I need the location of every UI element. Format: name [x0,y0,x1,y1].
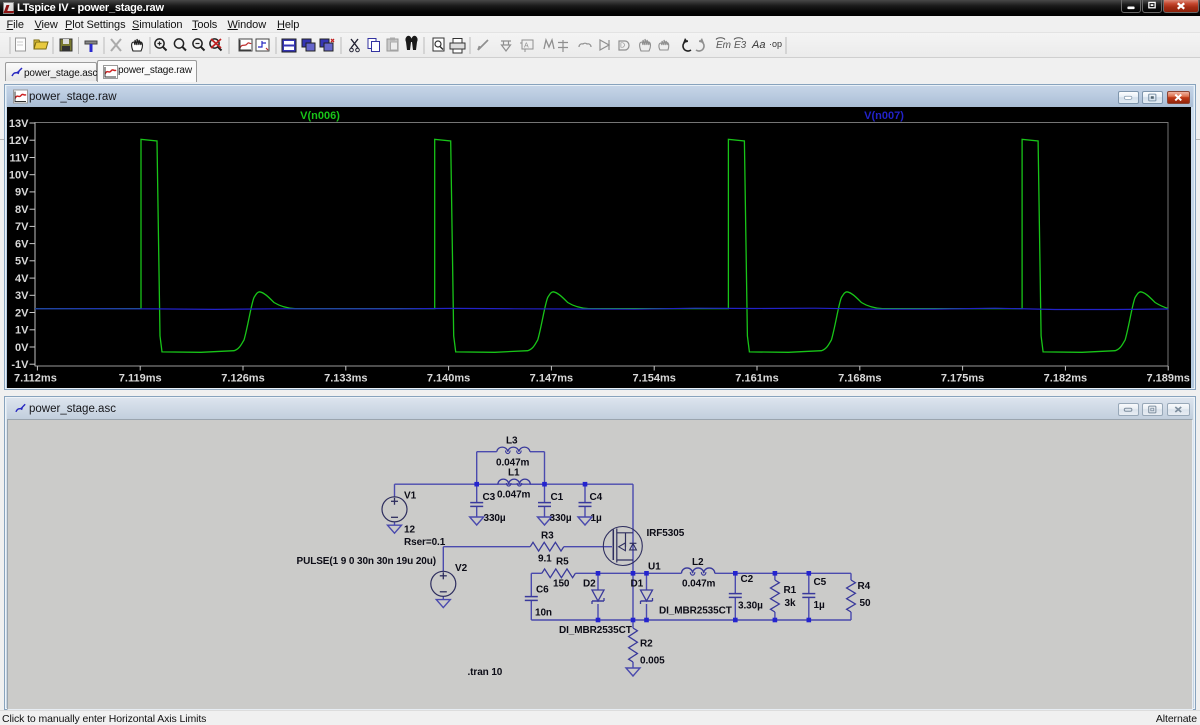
svg-text:A: A [524,43,529,50]
svg-text:C6: C6 [536,585,549,596]
svg-text:Rser=0.1: Rser=0.1 [404,537,446,548]
svg-text:7.168ms: 7.168ms [838,373,881,385]
svg-text:4V: 4V [15,273,29,285]
svg-text:7.189ms: 7.189ms [1146,373,1189,385]
svg-text:C3: C3 [483,492,496,503]
svg-text:7.119ms: 7.119ms [119,373,162,385]
svg-text:DI_MBR2535CT: DI_MBR2535CT [559,625,632,636]
svg-text:10n: 10n [535,608,552,619]
svg-text:L3: L3 [506,436,518,447]
svg-text:D2: D2 [583,579,596,590]
svg-text:R1: R1 [784,585,797,596]
svg-text:2V: 2V [15,307,29,319]
svg-text:0.047m: 0.047m [682,579,716,590]
svg-text:7.112ms: 7.112ms [14,373,57,385]
svg-text:7.154ms: 7.154ms [632,373,675,385]
svg-text:12V: 12V [9,135,29,147]
svg-text:13V: 13V [9,118,29,130]
svg-text:E3: E3 [734,40,747,51]
svg-text:R3: R3 [541,531,554,542]
svg-text:7.182ms: 7.182ms [1044,373,1087,385]
svg-text:V(n006): V(n006) [300,110,340,122]
svg-text:11V: 11V [10,152,30,164]
svg-text:C1: C1 [551,492,564,503]
svg-text:9.1: 9.1 [538,554,552,565]
svg-text:PULSE(1 9 0 30n 30n 19u 20u): PULSE(1 9 0 30n 30n 19u 20u) [297,556,436,567]
svg-text:3V: 3V [15,290,29,302]
svg-text:0.047m: 0.047m [497,490,531,501]
svg-text:V1: V1 [404,491,417,502]
svg-text:·op: ·op [769,39,782,49]
svg-text:U1: U1 [648,562,661,573]
svg-text:0V: 0V [15,342,29,354]
svg-text:7.161ms: 7.161ms [735,373,778,385]
svg-text:R4: R4 [858,581,871,592]
svg-text:1µ: 1µ [591,513,602,524]
svg-text:7.140ms: 7.140ms [427,373,470,385]
svg-text:R2: R2 [640,639,653,650]
svg-text:3k: 3k [785,598,796,609]
svg-text:1V: 1V [15,325,29,337]
svg-text:Aa: Aa [751,39,765,51]
svg-text:0.005: 0.005 [640,656,665,667]
svg-text:.tran 10: .tran 10 [468,667,503,678]
svg-text:R5: R5 [556,557,569,568]
svg-text:7.175ms: 7.175ms [941,373,984,385]
svg-text:IRF5305: IRF5305 [647,528,685,539]
svg-text:1µ: 1µ [814,600,825,611]
svg-text:3.30µ: 3.30µ [738,601,763,612]
svg-text:Em: Em [716,40,731,51]
svg-text:V2: V2 [455,563,468,574]
svg-text:L1: L1 [508,468,520,479]
svg-text:12: 12 [404,525,415,536]
svg-text:V(n007): V(n007) [864,110,904,122]
svg-text:5V: 5V [15,256,29,268]
svg-text:DI_MBR2535CT: DI_MBR2535CT [659,606,732,617]
svg-text:10V: 10V [9,170,29,182]
svg-text:-1V: -1V [11,359,29,371]
svg-text:6V: 6V [15,238,29,250]
svg-text:8V: 8V [15,204,29,216]
svg-text:C5: C5 [814,577,827,588]
svg-text:7.126ms: 7.126ms [221,373,264,385]
svg-text:D: D [620,43,625,50]
svg-text:7V: 7V [15,221,29,233]
svg-text:330µ: 330µ [484,513,506,524]
svg-text:D1: D1 [631,579,644,590]
svg-text:50: 50 [860,598,871,609]
svg-text:9V: 9V [15,187,29,199]
svg-text:C2: C2 [741,574,754,585]
svg-text:150: 150 [553,579,570,590]
svg-text:330µ: 330µ [550,513,572,524]
svg-text:L2: L2 [692,557,704,568]
svg-text:7.147ms: 7.147ms [530,373,573,385]
svg-text:C4: C4 [590,492,603,503]
svg-text:7.133ms: 7.133ms [324,373,367,385]
